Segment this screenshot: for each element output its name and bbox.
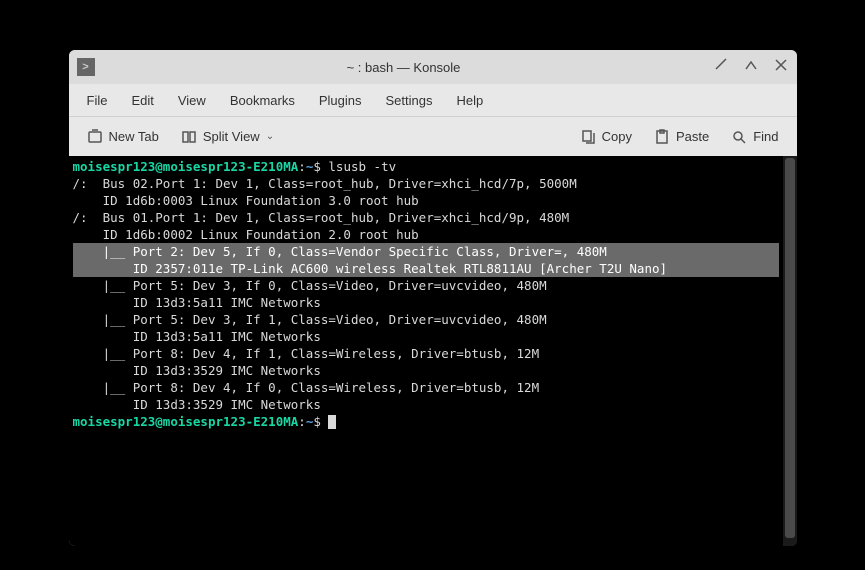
menubar: File Edit View Bookmarks Plugins Setting…: [69, 84, 797, 116]
copy-button[interactable]: Copy: [572, 124, 640, 150]
maximize-button[interactable]: [743, 57, 759, 77]
menu-view[interactable]: View: [168, 88, 216, 113]
selected-text: ID 2357:011e TP-Link AC600 wireless Real…: [73, 260, 779, 277]
menu-plugins[interactable]: Plugins: [309, 88, 372, 113]
terminal-line: |__ Port 2: Dev 5, If 0, Class=Vendor Sp…: [73, 243, 779, 260]
find-button[interactable]: Find: [723, 124, 786, 150]
terminal-line: /: Bus 01.Port 1: Dev 1, Class=root_hub,…: [73, 209, 779, 226]
scrollbar-thumb[interactable]: [785, 158, 795, 538]
find-label: Find: [753, 129, 778, 144]
window-title: ~ : bash — Konsole: [103, 60, 705, 75]
menu-settings[interactable]: Settings: [375, 88, 442, 113]
paste-icon: [654, 129, 670, 145]
split-view-icon: [181, 129, 197, 145]
konsole-window: ~ : bash — Konsole File Edit View Bookma…: [69, 50, 797, 546]
terminal-line: |__ Port 8: Dev 4, If 1, Class=Wireless,…: [73, 345, 779, 362]
copy-icon: [580, 129, 596, 145]
menu-bookmarks[interactable]: Bookmarks: [220, 88, 305, 113]
new-tab-icon: [87, 129, 103, 145]
app-icon: [77, 58, 95, 76]
terminal-line: ID 2357:011e TP-Link AC600 wireless Real…: [73, 260, 779, 277]
terminal-line: moisespr123@moisespr123-E210MA:~$ lsusb …: [73, 158, 779, 175]
terminal-line: ID 13d3:3529 IMC Networks: [73, 362, 779, 379]
titlebar[interactable]: ~ : bash — Konsole: [69, 50, 797, 84]
terminal-line: /: Bus 02.Port 1: Dev 1, Class=root_hub,…: [73, 175, 779, 192]
menu-file[interactable]: File: [77, 88, 118, 113]
terminal-content[interactable]: moisespr123@moisespr123-E210MA:~$ lsusb …: [69, 156, 783, 546]
terminal-line: ID 13d3:5a11 IMC Networks: [73, 328, 779, 345]
toolbar: New Tab Split View ⌄ Copy Paste Find: [69, 116, 797, 156]
new-tab-button[interactable]: New Tab: [79, 124, 167, 150]
terminal-line: |__ Port 5: Dev 3, If 0, Class=Video, Dr…: [73, 277, 779, 294]
window-controls: [713, 57, 789, 77]
terminal-line: moisespr123@moisespr123-E210MA:~$: [73, 413, 779, 430]
minimize-button[interactable]: [713, 57, 729, 77]
prompt-dollar: $: [313, 414, 321, 429]
copy-label: Copy: [602, 129, 632, 144]
split-view-label: Split View: [203, 129, 260, 144]
selected-text: |__ Port 2: Dev 5, If 0, Class=Vendor Sp…: [73, 243, 779, 260]
paste-button[interactable]: Paste: [646, 124, 717, 150]
prompt-sep: :: [298, 414, 306, 429]
terminal-line: |__ Port 8: Dev 4, If 0, Class=Wireless,…: [73, 379, 779, 396]
prompt-sep: :: [298, 159, 306, 174]
scrollbar[interactable]: [783, 156, 797, 546]
terminal-line: ID 13d3:3529 IMC Networks: [73, 396, 779, 413]
terminal-line: ID 1d6b:0003 Linux Foundation 3.0 root h…: [73, 192, 779, 209]
close-button[interactable]: [773, 57, 789, 77]
chevron-down-icon: ⌄: [266, 131, 276, 142]
paste-label: Paste: [676, 129, 709, 144]
prompt-user: moisespr123@moisespr123-E210MA: [73, 414, 299, 429]
terminal-line: ID 13d3:5a11 IMC Networks: [73, 294, 779, 311]
prompt-dollar: $: [313, 159, 321, 174]
search-icon: [731, 129, 747, 145]
terminal-line: |__ Port 5: Dev 3, If 1, Class=Video, Dr…: [73, 311, 779, 328]
terminal-line: ID 1d6b:0002 Linux Foundation 2.0 root h…: [73, 226, 779, 243]
menu-edit[interactable]: Edit: [121, 88, 163, 113]
split-view-button[interactable]: Split View ⌄: [173, 124, 284, 150]
terminal[interactable]: moisespr123@moisespr123-E210MA:~$ lsusb …: [69, 156, 797, 546]
new-tab-label: New Tab: [109, 129, 159, 144]
command-text: lsusb -tv: [321, 159, 396, 174]
prompt-user: moisespr123@moisespr123-E210MA: [73, 159, 299, 174]
menu-help[interactable]: Help: [446, 88, 493, 113]
cursor: [328, 415, 336, 429]
